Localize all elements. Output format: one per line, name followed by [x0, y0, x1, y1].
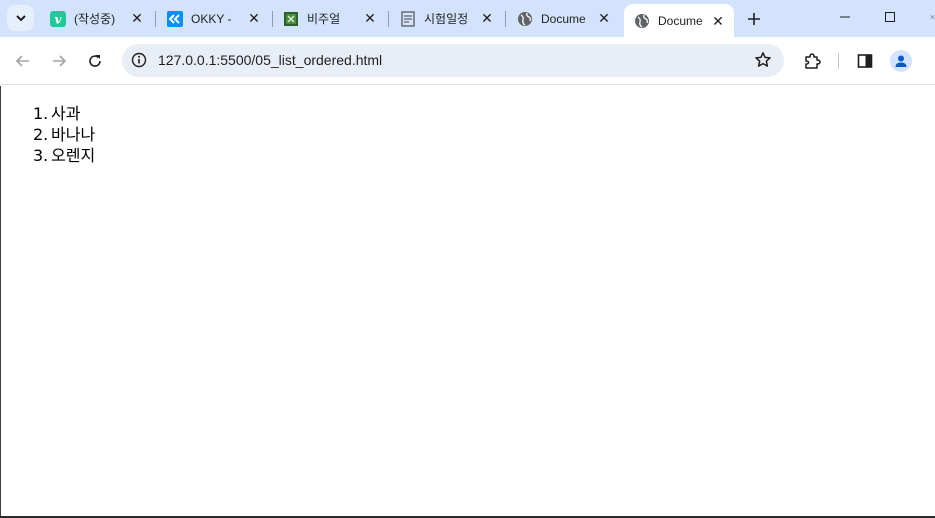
tab-title: Docume	[541, 11, 586, 26]
list-item-text: 사과	[51, 104, 81, 123]
maximize-icon	[885, 12, 895, 22]
velog-icon: v	[50, 10, 66, 27]
list-item: 1. 사과	[33, 103, 95, 124]
puzzle-icon	[805, 53, 821, 69]
document-icon	[400, 10, 416, 27]
close-icon[interactable]: ✕	[129, 10, 145, 26]
browser-toolbar: 127.0.0.1:5500/05_list_ordered.html	[0, 37, 935, 85]
close-icon[interactable]: ✕	[710, 13, 726, 29]
list-item-number: 3.	[33, 146, 49, 165]
tab-search-button[interactable]	[7, 5, 34, 31]
plus-icon	[748, 13, 760, 25]
tab-strip: v (작성중) ✕ OKKY - ✕ 비주얼 ✕ 시험일정 ✕ Docume ✕	[0, 0, 935, 37]
reload-button[interactable]	[81, 47, 109, 75]
tab-divider	[388, 11, 389, 27]
close-window-button[interactable]	[912, 0, 935, 34]
globe-icon	[517, 11, 533, 27]
side-panel-button[interactable]	[851, 47, 879, 75]
tab-document-active[interactable]: Docume ✕	[624, 4, 734, 37]
close-icon[interactable]: ✕	[246, 10, 262, 26]
tab-exam-schedule[interactable]: 시험일정 ✕	[390, 5, 503, 32]
list-item-text: 오렌지	[51, 146, 96, 165]
tab-title: 비주얼	[307, 12, 341, 26]
profile-avatar[interactable]	[890, 50, 912, 72]
svg-text:v: v	[55, 12, 63, 26]
ordered-list: 1. 사과 2. 바나나 3. 오렌지	[33, 103, 95, 166]
tab-visual[interactable]: 비주얼 ✕	[273, 5, 386, 32]
list-item-text: 바나나	[51, 125, 96, 144]
extensions-button[interactable]	[798, 47, 826, 75]
close-icon	[930, 14, 935, 20]
toolbar-divider	[838, 53, 839, 69]
address-bar[interactable]: 127.0.0.1:5500/05_list_ordered.html	[122, 44, 784, 77]
tab-title: (작성중)	[74, 12, 116, 26]
vscode-doc-icon	[283, 11, 299, 27]
tab-document[interactable]: Docume ✕	[507, 5, 620, 32]
tab-divider	[505, 11, 506, 27]
back-button[interactable]	[9, 47, 37, 75]
close-icon[interactable]: ✕	[362, 10, 378, 26]
close-icon[interactable]: ✕	[479, 10, 495, 26]
chevron-down-icon	[15, 15, 26, 22]
close-icon[interactable]: ✕	[596, 10, 612, 26]
info-icon[interactable]	[130, 51, 148, 69]
arrow-right-icon	[53, 55, 67, 67]
list-item: 2. 바나나	[33, 124, 95, 145]
tab-title: Docume	[658, 13, 703, 28]
list-item-number: 2.	[33, 125, 49, 144]
forward-button[interactable]	[45, 47, 73, 75]
bookmark-star-icon[interactable]	[754, 51, 772, 69]
maximize-button[interactable]	[867, 0, 913, 34]
minimize-icon	[840, 16, 850, 18]
tab-divider	[155, 11, 156, 27]
address-text[interactable]: 127.0.0.1:5500/05_list_ordered.html	[158, 52, 382, 68]
minimize-button[interactable]	[822, 0, 868, 34]
globe-icon	[634, 13, 650, 29]
tab-velog[interactable]: v (작성중) ✕	[40, 5, 153, 32]
list-item-number: 1.	[33, 104, 49, 123]
side-panel-icon	[857, 54, 873, 68]
tab-title: 시험일정	[424, 12, 469, 26]
tab-okky[interactable]: OKKY - ✕	[157, 5, 270, 32]
okky-icon	[167, 10, 183, 27]
page-viewport: 1. 사과 2. 바나나 3. 오렌지	[0, 86, 935, 518]
arrow-left-icon	[15, 55, 29, 67]
tab-title: OKKY -	[191, 11, 232, 26]
reload-icon	[89, 55, 101, 67]
list-item: 3. 오렌지	[33, 145, 95, 166]
person-icon	[895, 55, 907, 67]
new-tab-button[interactable]	[743, 8, 765, 30]
